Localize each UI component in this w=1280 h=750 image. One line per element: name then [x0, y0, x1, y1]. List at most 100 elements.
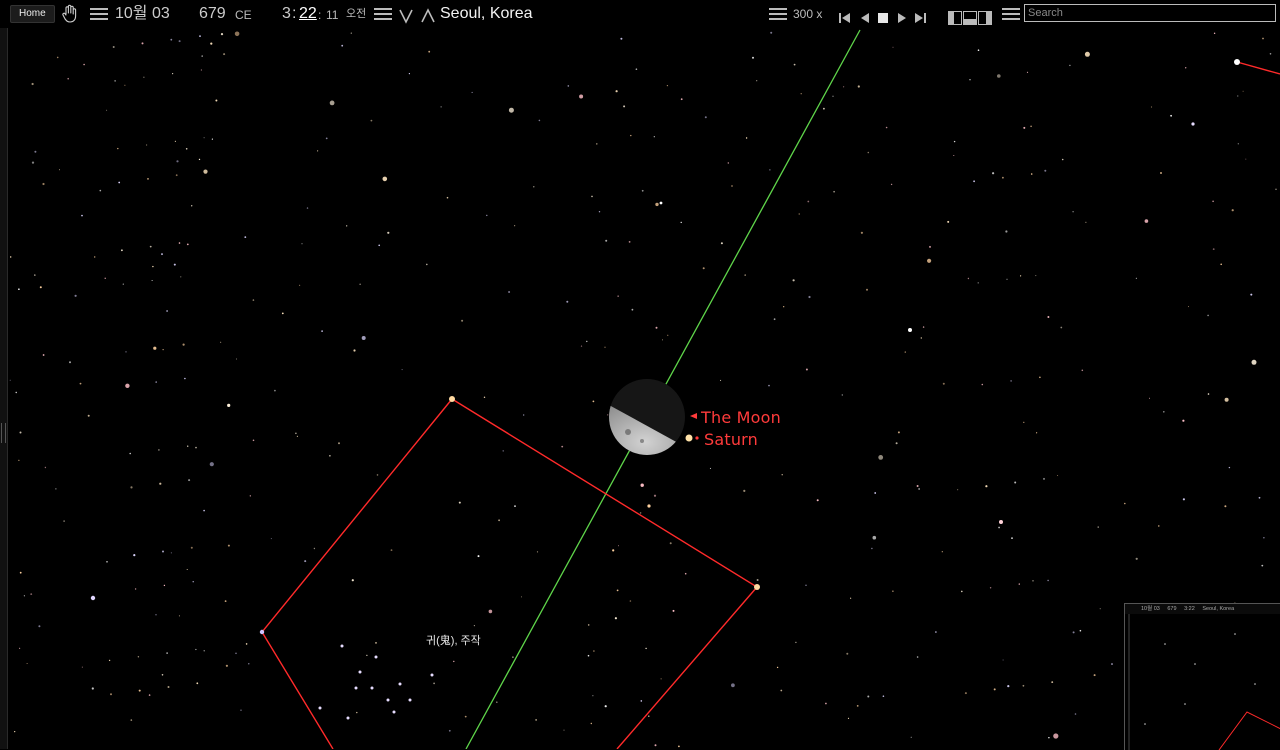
- layout-right-icon[interactable]: [978, 7, 992, 25]
- star: [235, 652, 237, 655]
- home-button[interactable]: Home: [10, 5, 55, 23]
- star-ne[interactable]: [1234, 59, 1240, 65]
- date-month-day[interactable]: 10월 03: [115, 0, 170, 28]
- time-second[interactable]: 11: [326, 1, 338, 29]
- location-menu-icon[interactable]: [374, 0, 392, 28]
- star: [666, 85, 669, 87]
- star: [448, 729, 451, 732]
- star: [639, 512, 642, 514]
- bright-star[interactable]: [647, 504, 651, 508]
- star: [1048, 737, 1050, 739]
- star: [1005, 230, 1008, 233]
- star: [185, 148, 188, 150]
- view-down-icon[interactable]: [398, 6, 414, 24]
- date-era[interactable]: CE: [235, 1, 252, 29]
- star: [535, 719, 537, 721]
- star: [1053, 733, 1059, 739]
- layout-left-icon[interactable]: [948, 7, 962, 25]
- star: [191, 205, 193, 207]
- star: [567, 85, 570, 87]
- moon[interactable]: [600, 379, 700, 470]
- star: [1220, 263, 1222, 266]
- star: [146, 144, 148, 146]
- star: [720, 242, 723, 245]
- stop-icon[interactable]: [876, 7, 890, 23]
- bright-star[interactable]: [659, 201, 663, 205]
- star: [42, 182, 45, 186]
- play-reverse-icon[interactable]: [858, 7, 872, 23]
- star: [985, 485, 988, 488]
- constellation-label[interactable]: 귀(鬼), 주작: [426, 632, 481, 648]
- star: [1258, 496, 1261, 499]
- star: [1020, 275, 1022, 277]
- panel-grip-icon[interactable]: [1, 423, 6, 443]
- sky-view[interactable]: [0, 0, 1280, 749]
- hand-icon[interactable]: [61, 4, 79, 24]
- layout-bottom-icon[interactable]: [963, 7, 977, 25]
- location-name[interactable]: Seoul, Korea: [440, 0, 533, 28]
- star: [1097, 526, 1099, 528]
- search-input[interactable]: [1024, 4, 1276, 22]
- left-panel-edge[interactable]: [0, 28, 8, 749]
- star: [720, 379, 722, 381]
- star: [175, 174, 178, 177]
- main-menu-icon[interactable]: [1002, 0, 1020, 28]
- star: [593, 650, 595, 652]
- star: [274, 389, 276, 392]
- saturn[interactable]: [685, 434, 693, 442]
- star: [133, 554, 136, 557]
- time-ampm[interactable]: 오전: [346, 0, 366, 28]
- star: [961, 590, 963, 593]
- star: [1224, 505, 1227, 508]
- constellation-star-top[interactable]: [449, 396, 455, 402]
- bright-star[interactable]: [999, 520, 1003, 524]
- star: [808, 295, 811, 299]
- bright-star[interactable]: [1191, 122, 1195, 126]
- star: [486, 214, 488, 217]
- time-minute[interactable]: 22: [299, 0, 317, 28]
- constellation-star-left[interactable]: [259, 629, 265, 635]
- time-hour[interactable]: 3: [282, 0, 291, 28]
- saturn-label-dot: [695, 436, 699, 440]
- star: [225, 664, 228, 667]
- star: [23, 595, 25, 597]
- star: [195, 648, 197, 651]
- star: [304, 560, 307, 563]
- star: [867, 695, 870, 698]
- star: [129, 452, 131, 455]
- star: [989, 587, 992, 589]
- skip-back-icon[interactable]: [838, 7, 852, 23]
- star: [847, 717, 850, 720]
- bright-star[interactable]: [90, 595, 96, 601]
- constellation-star-right[interactable]: [754, 584, 760, 590]
- star: [744, 274, 746, 276]
- star: [920, 337, 922, 339]
- moon-label[interactable]: The Moon: [701, 408, 781, 427]
- view-up-icon[interactable]: [420, 6, 436, 23]
- star: [823, 107, 825, 110]
- saturn-label[interactable]: Saturn: [704, 430, 758, 449]
- star: [234, 31, 240, 37]
- star: [843, 86, 845, 88]
- star: [1010, 380, 1012, 382]
- star: [756, 80, 758, 82]
- star: [1261, 564, 1264, 567]
- date-year[interactable]: 679: [199, 0, 226, 28]
- date-menu-icon[interactable]: [90, 0, 108, 28]
- star: [929, 245, 931, 248]
- bright-star[interactable]: [908, 328, 912, 332]
- star: [731, 683, 735, 688]
- star: [163, 584, 166, 587]
- star: [317, 150, 319, 152]
- play-forward-icon[interactable]: [895, 7, 909, 23]
- mini-view-panel[interactable]: 10월 03 679 3:22 Seoul, Korea: [1124, 603, 1280, 750]
- star: [832, 95, 834, 97]
- star: [607, 414, 609, 416]
- star: [108, 659, 111, 662]
- star: [1023, 126, 1026, 129]
- skip-forward-icon[interactable]: [913, 7, 927, 23]
- star: [148, 694, 151, 696]
- star: [604, 346, 606, 348]
- speed-value[interactable]: 300 x: [793, 0, 822, 28]
- speed-menu-icon[interactable]: [769, 0, 787, 28]
